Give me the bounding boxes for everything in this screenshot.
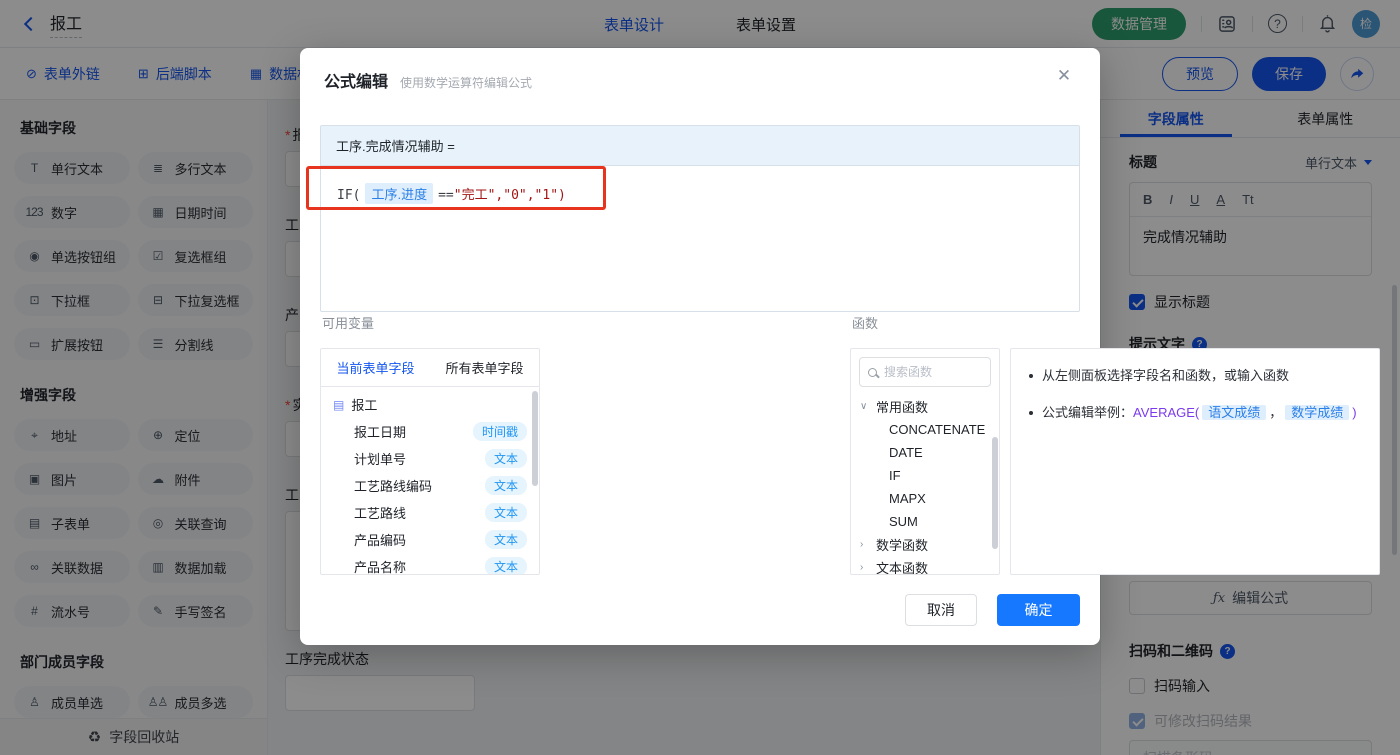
variables-list: ▤ 报工 报工日期 时间戳 计划单号 文本 工艺路线编码 文本 工艺路线 文本 …	[321, 387, 539, 575]
variable-type-badge: 文本	[484, 530, 527, 549]
formula-operator: ==	[438, 188, 454, 203]
variable-item[interactable]: 工艺路线编码 文本	[321, 472, 539, 499]
variable-name: 工艺路线编码	[354, 479, 433, 494]
function-item[interactable]: MAPX	[851, 487, 999, 510]
example-function: AVERAGE(	[1133, 405, 1200, 420]
bullet-dot	[1029, 411, 1033, 415]
scrollbar[interactable]	[532, 391, 538, 486]
function-item[interactable]: IF	[851, 464, 999, 487]
search-icon	[868, 367, 877, 377]
variable-items: 报工日期 时间戳 计划单号 文本 工艺路线编码 文本 工艺路线 文本 产品编码 …	[321, 418, 539, 575]
confirm-button[interactable]: 确定	[997, 594, 1080, 626]
tab-current-form-fields[interactable]: 当前表单字段	[321, 349, 430, 386]
modal-title: 公式编辑	[324, 74, 389, 91]
function-label: CONCATENATE	[889, 422, 986, 437]
cancel-button[interactable]: 取消	[905, 594, 977, 626]
variable-name: 产品名称	[354, 560, 407, 575]
variable-item[interactable]: 产品名称 文本	[321, 553, 539, 575]
variables-section-label: 可用变量	[322, 316, 375, 331]
function-search-input[interactable]	[884, 365, 982, 379]
variable-name: 产品编码	[354, 533, 407, 548]
variable-name: 报工日期	[354, 425, 407, 440]
tip-line2: 公式编辑举例：AVERAGE(语文成绩，数学成绩)	[1042, 405, 1357, 420]
variable-type-badge: 文本	[484, 449, 527, 468]
formula-variable-chip[interactable]: 工序.进度	[365, 183, 434, 204]
tab-all-form-fields[interactable]: 所有表单字段	[430, 349, 539, 386]
variable-type-badge: 文本	[484, 557, 527, 574]
close-icon[interactable]: ✕	[1052, 64, 1076, 88]
variable-type-badge: 文本	[484, 503, 527, 522]
function-label: 常用函数	[876, 400, 929, 415]
function-tree: ∨ 常用函数 CONCATENATE DATE IF MAPX SUM › 数学…	[851, 395, 999, 575]
function-label: IF	[889, 468, 901, 483]
variables-root-node[interactable]: ▤ 报工	[321, 391, 539, 418]
scrollbar[interactable]	[992, 437, 998, 549]
bullet-dot	[1029, 374, 1033, 378]
formula-arguments: "完工","0","1")	[453, 188, 566, 203]
variable-type-badge: 时间戳	[472, 422, 527, 441]
form-doc-icon: ▤	[333, 397, 345, 412]
function-label: DATE	[889, 445, 923, 460]
variable-type-badge: 文本	[484, 476, 527, 495]
formula-target: 工序.完成情况辅助 =	[321, 126, 1079, 166]
variable-item[interactable]: 计划单号 文本	[321, 445, 539, 472]
function-item[interactable]: SUM	[851, 510, 999, 533]
function-item[interactable]: › 文本函数	[851, 556, 999, 575]
variable-item[interactable]: 工艺路线 文本	[321, 499, 539, 526]
function-label: 数学函数	[876, 538, 929, 553]
function-item[interactable]: CONCATENATE	[851, 418, 999, 441]
formula-editor-modal: 公式编辑 使用数学运算符编辑公式 ✕ 工序.完成情况辅助 = IF( 工序.进度 =…	[300, 48, 1380, 645]
chevron-icon: ∨	[860, 401, 868, 412]
variables-panel: 当前表单字段 所有表单字段 ▤ 报工 报工日期 时间戳 计划单号 文本 工艺路线…	[320, 348, 540, 575]
chevron-icon: ›	[860, 562, 864, 573]
formula-editor: 工序.完成情况辅助 = IF( 工序.进度 =="完工","0","1")	[320, 125, 1080, 312]
tips-panel: 从左侧面板选择字段名和函数，或输入函数 公式编辑举例：AVERAGE(语文成绩，…	[1010, 348, 1380, 575]
chevron-icon: ›	[860, 539, 864, 550]
formula-function: IF(	[337, 188, 361, 203]
variables-root-label: 报工	[351, 398, 378, 413]
function-search[interactable]	[859, 357, 991, 387]
variable-item[interactable]: 报工日期 时间戳	[321, 418, 539, 445]
function-item[interactable]: › 数学函数	[851, 533, 999, 556]
variable-name: 工艺路线	[354, 506, 407, 521]
functions-section-label: 函数	[852, 316, 879, 331]
example-chip-1: 语文成绩	[1202, 405, 1267, 420]
variable-name: 计划单号	[354, 452, 407, 467]
functions-panel: ∨ 常用函数 CONCATENATE DATE IF	[850, 348, 1000, 575]
variable-item[interactable]: 产品编码 文本	[321, 526, 539, 553]
function-item[interactable]: ∨ 常用函数	[851, 395, 999, 418]
formula-input[interactable]: IF( 工序.进度 =="完工","0","1")	[321, 166, 1079, 221]
function-label: 文本函数	[876, 561, 929, 575]
example-chip-2: 数学成绩	[1285, 405, 1350, 420]
function-label: SUM	[889, 514, 918, 529]
function-item[interactable]: DATE	[851, 441, 999, 464]
tip-line1: 从左侧面板选择字段名和函数，或输入函数	[1042, 368, 1290, 383]
function-label: MAPX	[889, 491, 926, 506]
modal-subtitle: 使用数学运算符编辑公式	[400, 76, 533, 90]
